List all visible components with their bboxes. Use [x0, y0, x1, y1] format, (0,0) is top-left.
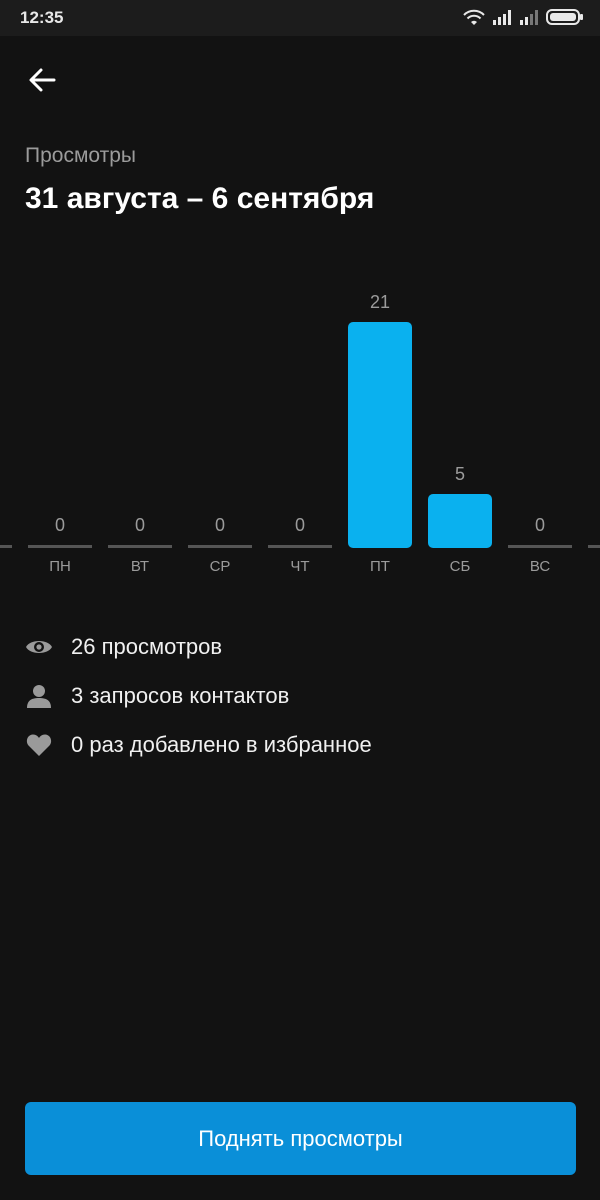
status-time: 12:35: [20, 8, 64, 27]
chart-bar: [188, 545, 252, 548]
chart-bar-value: 0: [54, 515, 65, 535]
status-icons: [462, 9, 583, 29]
signal-icon: [493, 10, 511, 25]
back-button[interactable]: [22, 60, 62, 100]
signal-icon: [520, 10, 538, 25]
person-icon: [25, 682, 53, 710]
chart-bar: [268, 545, 332, 548]
chart-bar-value: 0: [214, 515, 225, 535]
chart-bar: [508, 545, 572, 548]
chart-bar-value: 0: [534, 515, 545, 535]
chart-bar: [348, 322, 412, 548]
stat-views: 26 просмотров: [25, 630, 545, 664]
chart-day-label: ПТ: [370, 558, 390, 575]
chart-day-label: ВС: [529, 558, 551, 575]
heart-icon: [25, 731, 53, 759]
wifi-icon: [463, 9, 485, 25]
axis-dash-right: [588, 545, 600, 548]
chart-day-label: ВТ: [130, 558, 150, 575]
chart-day-label: ЧТ: [290, 558, 310, 575]
stat-contacts: 3 запросов контактов: [25, 679, 545, 713]
chart-bar-value: 5: [454, 464, 465, 484]
chart-bar: [428, 494, 492, 548]
chart-bar: [108, 545, 172, 548]
chart-day-label: СР: [209, 558, 231, 575]
eye-icon: [25, 633, 53, 661]
chart-bar-value: 0: [134, 515, 145, 535]
page-title: 31 августа – 6 сентября: [25, 182, 375, 215]
chart-bar-value: 21: [369, 292, 391, 312]
page-subtitle: Просмотры: [25, 144, 136, 167]
chart-day-label: СБ: [449, 558, 471, 575]
stat-favorites: 0 раз добавлено в избранное: [25, 728, 545, 762]
arrow-left-icon: [29, 68, 56, 92]
chart-bar-value: 0: [294, 515, 305, 535]
battery-icon: [546, 9, 583, 25]
views-bar-chart: 0 ПН 0 ВТ 0 СР 0 ЧТ 21 ПТ 5 СБ 0 ВС: [0, 280, 600, 590]
stat-favorites-text: 0 раз добавлено в избранное: [71, 732, 372, 757]
stat-contacts-text: 3 запросов контактов: [71, 683, 290, 708]
axis-dash-left: [0, 545, 12, 548]
chart-day-label: ПН: [49, 558, 71, 575]
chart-bar: [28, 545, 92, 548]
stat-views-text: 26 просмотров: [71, 634, 223, 659]
raise-views-button[interactable]: Поднять просмотры: [25, 1102, 576, 1175]
status-bar: 12:35: [0, 0, 600, 36]
